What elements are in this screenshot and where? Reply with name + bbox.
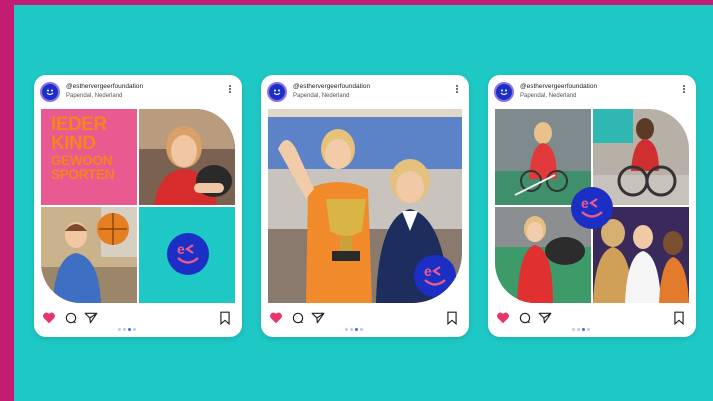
account-handle[interactable]: @esthervergeerfoundation [520, 83, 597, 90]
e-smiley-logo-icon: e [167, 233, 209, 275]
more-options-icon[interactable] [682, 84, 686, 96]
post-actions [42, 311, 234, 331]
account-handle[interactable]: @esthervergeerfoundation [66, 83, 143, 90]
comment-icon[interactable] [64, 311, 80, 327]
instagram-post-2: @esthervergeerfoundation Papendal, Neder… [261, 75, 469, 337]
smiley-logo-icon[interactable] [40, 82, 60, 102]
poster-line: IEDER [51, 114, 107, 135]
send-icon[interactable] [538, 311, 554, 327]
send-icon[interactable] [84, 311, 100, 327]
bookmark-icon[interactable] [218, 311, 234, 327]
e-smiley-logo-icon: e [414, 255, 456, 297]
post-location[interactable]: Papendal, Nederland [66, 93, 122, 99]
photo-girl-laughing [139, 109, 235, 205]
heart-icon[interactable] [269, 311, 285, 327]
e-smiley-logo-icon: e [571, 187, 613, 229]
svg-text:e: e [581, 195, 589, 211]
post-location[interactable]: Papendal, Nederland [293, 93, 349, 99]
poster-line: SPORTEN [51, 166, 115, 182]
comment-icon[interactable] [291, 311, 307, 327]
svg-text:e: e [424, 263, 432, 279]
post-image[interactable]: e [268, 109, 462, 303]
post-location[interactable]: Papendal, Nederland [520, 93, 576, 99]
account-handle[interactable]: @esthervergeerfoundation [293, 83, 370, 90]
more-options-icon[interactable] [455, 84, 459, 96]
post-header: @esthervergeerfoundation Papendal, Neder… [267, 82, 463, 104]
send-icon[interactable] [311, 311, 327, 327]
instagram-post-3: @esthervergeerfoundation Papendal, Neder… [488, 75, 696, 337]
comment-icon[interactable] [518, 311, 534, 327]
poster-tile: IEDER KIND GEWOON SPORTEN [41, 109, 137, 205]
post-image[interactable]: e [495, 109, 689, 303]
post-actions [496, 311, 688, 331]
carousel-indicator [572, 318, 612, 331]
poster-line: GEWOON [51, 152, 113, 168]
heart-icon[interactable] [42, 311, 58, 327]
post-image[interactable]: IEDER KIND GEWOON SPORTEN e [41, 109, 235, 303]
heart-icon[interactable] [496, 311, 512, 327]
svg-text:e: e [177, 241, 185, 257]
more-options-icon[interactable] [228, 84, 232, 96]
smiley-logo-icon[interactable] [267, 82, 287, 102]
photo-boy-basketball [41, 207, 137, 303]
bookmark-icon[interactable] [672, 311, 688, 327]
carousel-indicator [345, 318, 385, 331]
post-header: @esthervergeerfoundation Papendal, Neder… [40, 82, 236, 104]
canvas-background: @esthervergeerfoundation Papendal, Neder… [14, 5, 713, 401]
logo-tile: e [139, 207, 235, 303]
bookmark-icon[interactable] [445, 311, 461, 327]
post-actions [269, 311, 461, 331]
instagram-post-1: @esthervergeerfoundation Papendal, Neder… [34, 75, 242, 337]
carousel-indicator [118, 318, 158, 331]
smiley-logo-icon[interactable] [494, 82, 514, 102]
post-header: @esthervergeerfoundation Papendal, Neder… [494, 82, 690, 104]
poster-line: KIND [51, 133, 96, 155]
